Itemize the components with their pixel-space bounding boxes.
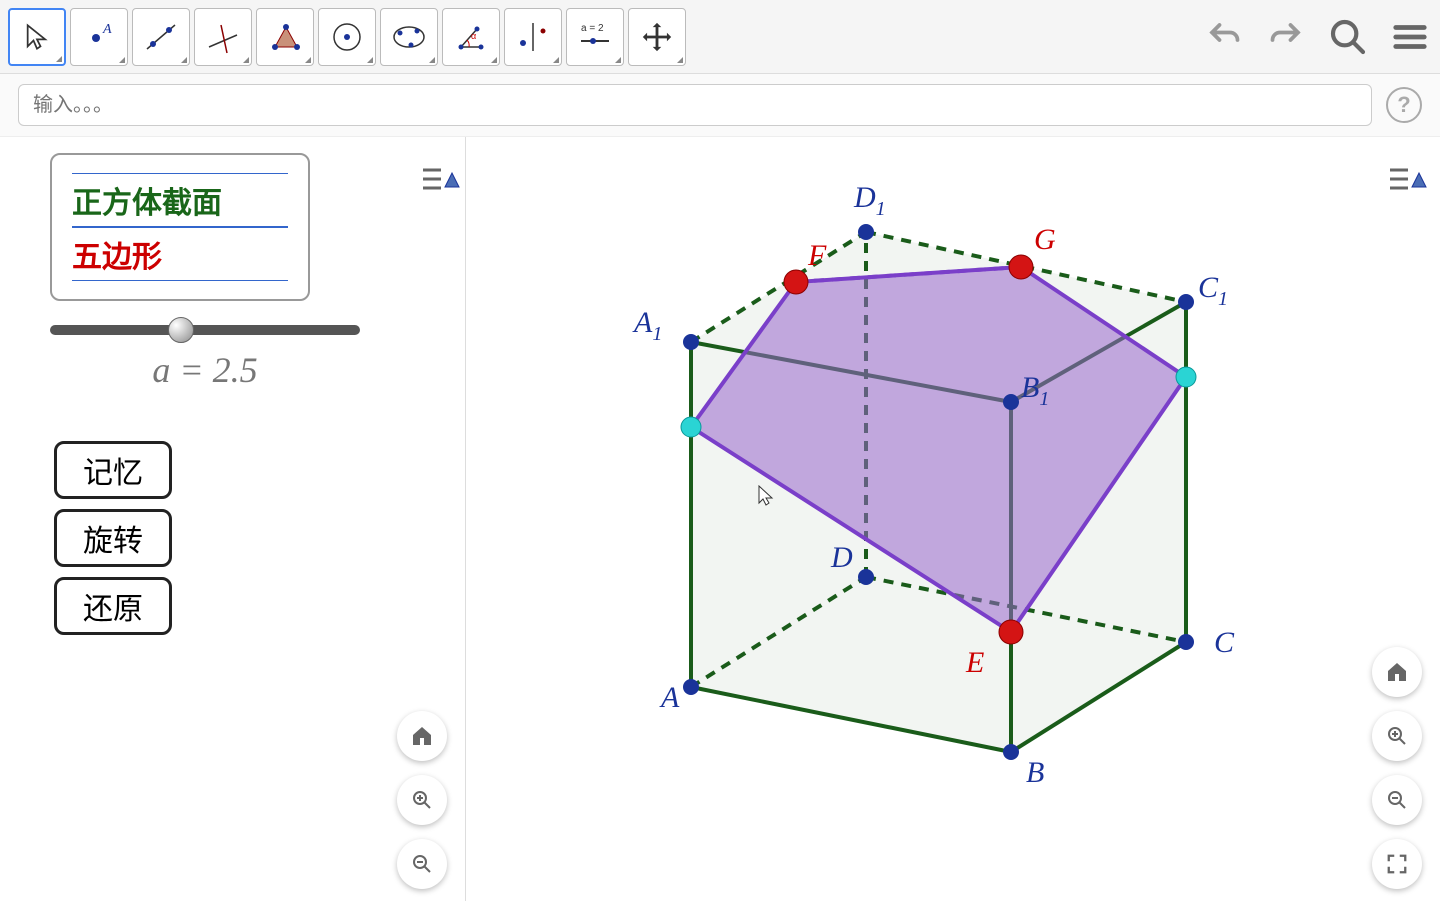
tool-move[interactable]	[8, 8, 66, 66]
cursor-icon	[758, 485, 774, 507]
algebra-panel: 正方体截面 五边形 a = 2.5 记忆 旋转 还原	[0, 137, 465, 901]
svg-text:a = 2: a = 2	[581, 23, 604, 34]
tool-slider[interactable]: a = 2	[566, 8, 624, 66]
panel-toggle-left[interactable]	[417, 161, 461, 202]
zoom-in-right[interactable]	[1372, 711, 1422, 761]
cube-diagram: A B C D A1 B1 C1 D1 E F G	[466, 137, 1426, 897]
zoom-out-left[interactable]	[397, 839, 447, 889]
panel-toggle-right[interactable]	[1384, 161, 1428, 202]
label-B: B	[1026, 756, 1044, 789]
tool-ellipse[interactable]	[380, 8, 438, 66]
home-button-left[interactable]	[397, 711, 447, 761]
tool-polygon[interactable]	[256, 8, 314, 66]
label-A: A	[659, 681, 680, 714]
toolbar: A α a = 2	[0, 0, 1440, 74]
menu-button[interactable]	[1388, 15, 1432, 59]
help-button[interactable]: ?	[1386, 87, 1422, 123]
search-button[interactable]	[1326, 15, 1370, 59]
label-F: F	[807, 239, 827, 272]
memory-button[interactable]: 记忆	[54, 441, 172, 499]
tool-perpendicular[interactable]	[194, 8, 252, 66]
undo-button[interactable]	[1202, 15, 1246, 59]
slider-label: a = 2.5	[50, 349, 360, 391]
label-C: C	[1214, 626, 1235, 659]
home-button-right[interactable]	[1372, 647, 1422, 697]
tool-reflect[interactable]	[504, 8, 562, 66]
label-E: E	[965, 646, 984, 679]
redo-button[interactable]	[1264, 15, 1308, 59]
algebra-input[interactable]	[18, 84, 1372, 126]
svg-text:A: A	[102, 22, 112, 37]
slider-a[interactable]: a = 2.5	[50, 325, 360, 391]
input-bar: ?	[0, 74, 1440, 137]
tool-angle[interactable]: α	[442, 8, 500, 66]
restore-button[interactable]: 还原	[54, 577, 172, 635]
label-A1: A1	[632, 306, 662, 345]
zoom-out-right[interactable]	[1372, 775, 1422, 825]
label-G: G	[1034, 223, 1056, 256]
info-shape: 五边形	[72, 227, 288, 281]
tool-point[interactable]: A	[70, 8, 128, 66]
label-D: D	[830, 541, 853, 574]
tool-circle[interactable]	[318, 8, 376, 66]
info-title: 正方体截面	[72, 173, 288, 227]
fullscreen-button[interactable]	[1372, 839, 1422, 889]
label-C1: C1	[1198, 271, 1228, 310]
label-D1: D1	[853, 181, 886, 220]
graphics-view[interactable]: A B C D A1 B1 C1 D1 E F G	[465, 137, 1440, 901]
rotate-button[interactable]: 旋转	[54, 509, 172, 567]
tool-line[interactable]	[132, 8, 190, 66]
tool-move-view[interactable]	[628, 8, 686, 66]
zoom-in-left[interactable]	[397, 775, 447, 825]
svg-text:α: α	[471, 31, 476, 41]
info-box: 正方体截面 五边形	[50, 153, 310, 301]
